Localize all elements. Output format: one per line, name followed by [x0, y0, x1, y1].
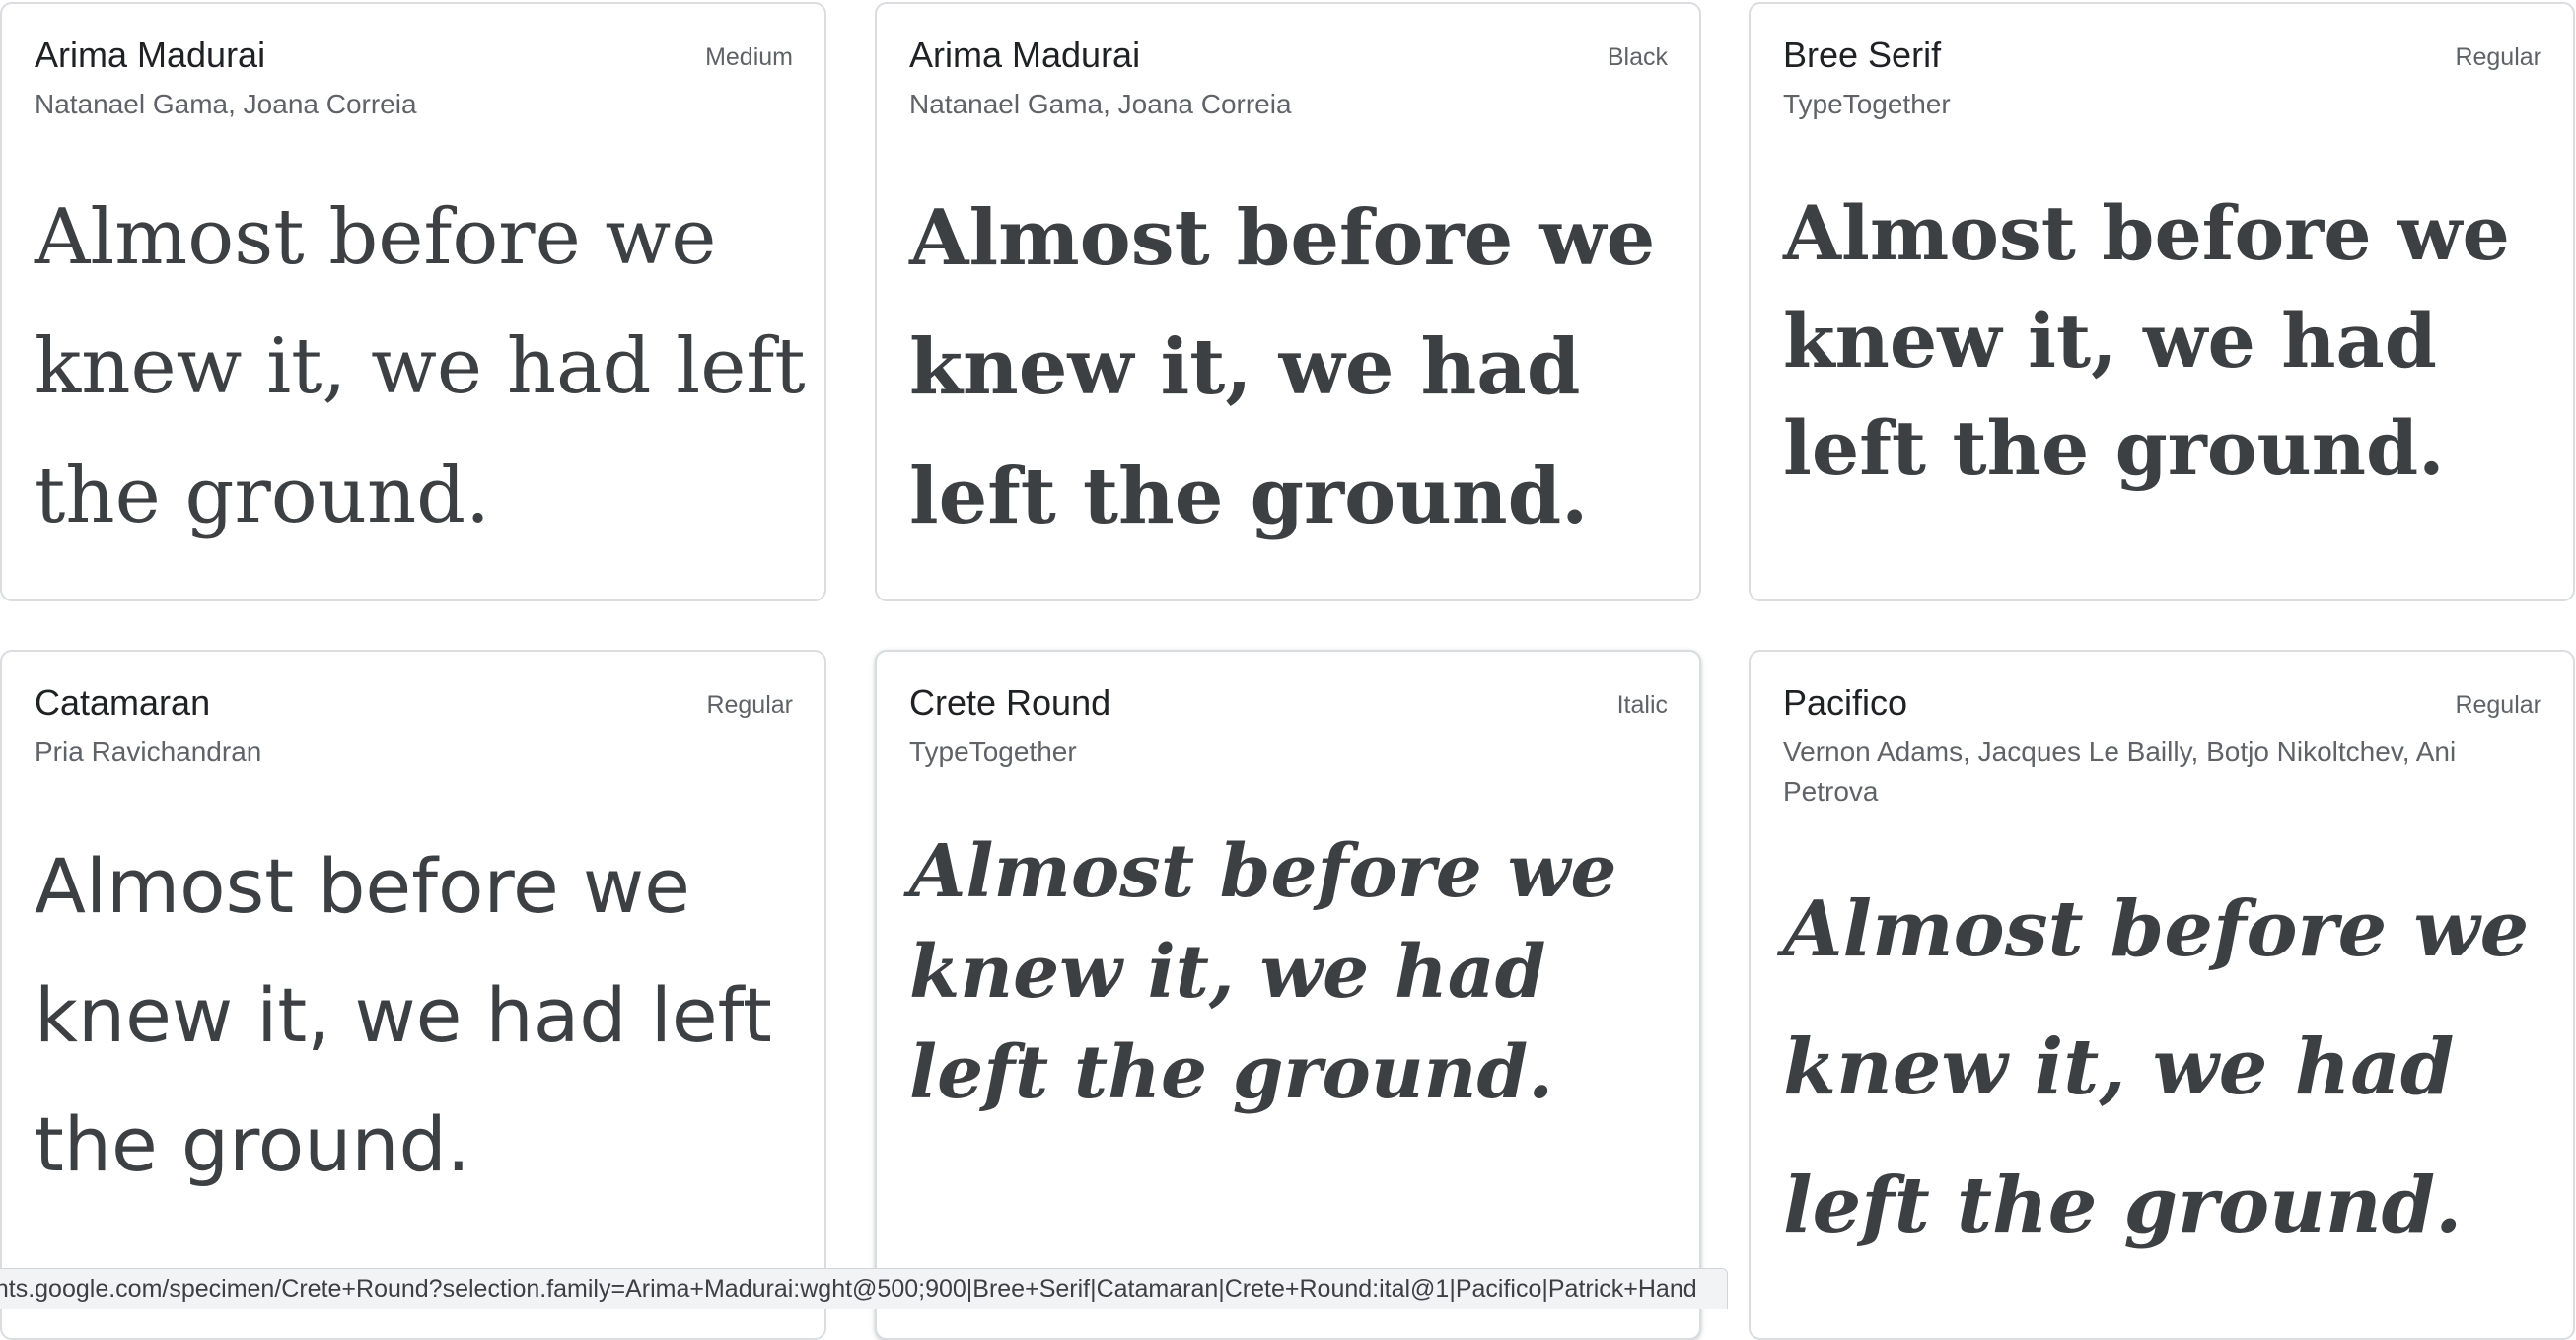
font-sample-text: Almost before we knew it, we had left th… [909, 193, 1656, 541]
font-card-grid: Arima Madurai Medium Natanael Gama, Joan… [0, 0, 2576, 1340]
font-card-bree-serif-regular[interactable]: Bree Serif Regular TypeTogether Almost b… [1749, 2, 2575, 601]
font-family-name: Pacifico [1783, 682, 1908, 723]
font-sample-text: Almost before we knew it, we had left th… [1783, 884, 2530, 1250]
font-card-pacifico-regular[interactable]: Pacifico Regular Vernon Adams, Jacques L… [1749, 650, 2575, 1340]
font-designer: Vernon Adams, Jacques Le Bailly, Botjo N… [1783, 737, 2457, 807]
font-sample-text: Almost before we knew it, we had left th… [1783, 189, 2510, 492]
font-designer: Pria Ravichandran [35, 737, 262, 767]
font-sample-text: Almost before we knew it, we had left th… [909, 829, 1617, 1115]
font-card-crete-round-italic[interactable]: Crete Round Italic TypeTogether Almost b… [875, 650, 1701, 1340]
font-style-label: Regular [2455, 43, 2541, 71]
font-designer: Natanael Gama, Joana Correia [35, 89, 417, 119]
font-sample-text: Almost before we knew it, we had left th… [35, 193, 806, 540]
font-style-label: Italic [1616, 691, 1668, 719]
font-family-name: Arima Madurai [909, 35, 1141, 75]
font-family-name: Bree Serif [1783, 35, 1942, 75]
font-family-name: Arima Madurai [35, 35, 266, 75]
font-style-label: Black [1607, 43, 1668, 71]
font-designer: TypeTogether [1783, 89, 1951, 119]
browser-status-bar-url: fonts.google.com/specimen/Crete+Round?se… [0, 1268, 1728, 1309]
font-card-arima-madurai-black[interactable]: Arima Madurai Black Natanael Gama, Joana… [875, 2, 1701, 601]
font-family-name: Catamaran [35, 682, 211, 723]
font-family-name: Crete Round [909, 682, 1111, 723]
font-card-arima-madurai-medium[interactable]: Arima Madurai Medium Natanael Gama, Joan… [0, 2, 826, 601]
font-card-catamaran-regular[interactable]: Catamaran Regular Pria Ravichandran Almo… [0, 650, 826, 1340]
font-style-label: Regular [2455, 691, 2541, 719]
font-designer: TypeTogether [909, 737, 1077, 767]
status-bar-url-text: fonts.google.com/specimen/Crete+Round?se… [0, 1275, 1697, 1303]
font-designer: Natanael Gama, Joana Correia [909, 89, 1292, 119]
font-sample-text: Almost before we knew it, we had left th… [35, 842, 772, 1188]
font-style-label: Regular [706, 691, 793, 719]
font-style-label: Medium [705, 43, 793, 71]
